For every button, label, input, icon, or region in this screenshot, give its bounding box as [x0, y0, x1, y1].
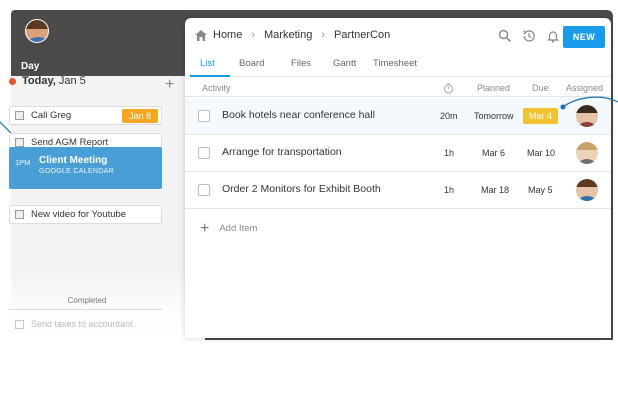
- row-checkbox[interactable]: [198, 147, 210, 159]
- today-dot-icon: [9, 77, 16, 85]
- row-title[interactable]: Order 2 Monitors for Exhibit Booth: [222, 183, 381, 195]
- task-checkbox[interactable]: [15, 138, 24, 147]
- table-header: Activity Planned Due Assigned: [185, 78, 611, 97]
- completed-divider: [9, 309, 162, 310]
- row-planned[interactable]: Tomorrow: [474, 111, 514, 121]
- column-planned[interactable]: Planned: [477, 83, 510, 93]
- history-icon[interactable]: [522, 29, 536, 43]
- tab-timesheet[interactable]: Timesheet: [373, 58, 417, 69]
- breadcrumb-marketing[interactable]: Marketing: [264, 29, 312, 41]
- completed-task[interactable]: Send taxes to accountant: [15, 319, 133, 329]
- event-source: GOOGLE CALENDAR: [39, 168, 114, 175]
- add-item-label: Add Item: [219, 223, 258, 234]
- toolbar-icons: [498, 29, 570, 43]
- completed-section-label[interactable]: Completed: [0, 296, 174, 305]
- task-label: New video for Youtube: [31, 209, 127, 220]
- add-item-button[interactable]: + Add Item: [200, 219, 258, 237]
- column-activity[interactable]: Activity: [202, 83, 231, 93]
- new-button[interactable]: NEW: [563, 26, 605, 48]
- task-card[interactable]: New video for Youtube: [9, 205, 162, 224]
- calendar-event-card[interactable]: 1PM Client Meeting GOOGLE CALENDAR: [9, 147, 162, 189]
- assignee-avatar[interactable]: [576, 179, 598, 201]
- event-title: Client Meeting: [39, 155, 108, 166]
- row-planned[interactable]: Mar 6: [482, 148, 505, 158]
- assignee-avatar[interactable]: [576, 142, 598, 164]
- tab-list[interactable]: List: [200, 58, 215, 69]
- chevron-right-icon: ›: [251, 29, 256, 41]
- tab-files[interactable]: Files: [291, 58, 311, 69]
- table-row[interactable]: Arrange for transportation 1h Mar 6 Mar …: [185, 135, 611, 172]
- task-checkbox[interactable]: [15, 210, 24, 219]
- project-panel: Home › Marketing › PartnerCon NEW List B…: [185, 18, 611, 338]
- breadcrumb-partnercon[interactable]: PartnerCon: [334, 29, 390, 41]
- task-checkbox[interactable]: [15, 111, 24, 120]
- row-due[interactable]: Mar 10: [527, 148, 555, 158]
- search-icon[interactable]: [498, 29, 512, 43]
- timer-icon[interactable]: [443, 83, 454, 96]
- task-card[interactable]: Call Greg Jan 8: [9, 106, 162, 125]
- event-time: 1PM: [15, 158, 31, 167]
- today-label: Today,: [22, 75, 56, 87]
- table-row[interactable]: Book hotels near conference hall 20m Tom…: [185, 98, 611, 135]
- row-estimate: 1h: [444, 185, 455, 195]
- today-date: Jan 5: [58, 75, 86, 87]
- row-due[interactable]: May 5: [528, 185, 553, 195]
- breadcrumb-home[interactable]: Home: [213, 29, 242, 41]
- row-title[interactable]: Arrange for transportation: [222, 146, 342, 158]
- row-planned[interactable]: Mar 18: [481, 185, 509, 195]
- completed-task-label: Send taxes to accountant: [31, 319, 133, 329]
- row-checkbox[interactable]: [198, 110, 210, 122]
- active-tab-indicator: [190, 75, 230, 77]
- connector-line-right: [560, 96, 618, 110]
- table-row[interactable]: Order 2 Monitors for Exhibit Booth 1h Ma…: [185, 172, 611, 209]
- day-view-label[interactable]: Day: [21, 61, 39, 72]
- task-date-badge: Jan 8: [121, 109, 158, 123]
- tab-gantt[interactable]: Gantt: [333, 58, 356, 69]
- row-estimate: 20m: [440, 111, 458, 121]
- task-checkbox[interactable]: [15, 319, 24, 329]
- row-checkbox[interactable]: [198, 184, 210, 196]
- row-title[interactable]: Book hotels near conference hall: [222, 109, 375, 121]
- bell-icon[interactable]: [546, 29, 560, 43]
- user-avatar[interactable]: [25, 19, 49, 43]
- today-header: Today, Jan 5: [9, 75, 86, 87]
- add-task-icon[interactable]: +: [165, 77, 174, 93]
- row-estimate: 1h: [444, 148, 455, 158]
- row-due-badge[interactable]: Mar 4: [523, 108, 559, 124]
- breadcrumb: Home › Marketing › PartnerCon: [195, 29, 390, 41]
- task-label: Call Greg: [31, 110, 72, 121]
- view-tabs: List Board Files Gantt Timesheet: [185, 58, 611, 77]
- column-due[interactable]: Due: [532, 83, 549, 93]
- home-icon[interactable]: [195, 29, 207, 41]
- plus-icon: +: [200, 219, 210, 237]
- tab-board[interactable]: Board: [239, 58, 264, 69]
- chevron-right-icon: ›: [321, 29, 325, 41]
